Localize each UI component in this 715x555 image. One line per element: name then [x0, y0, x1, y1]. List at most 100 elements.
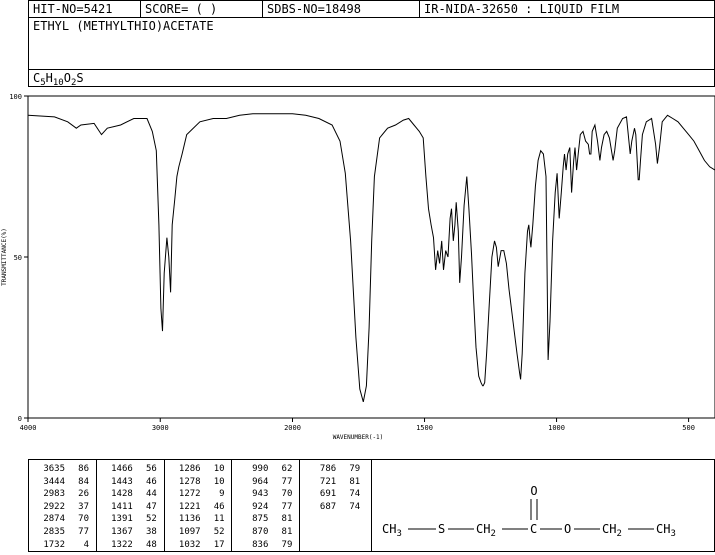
- peak-wavenumber: 1286: [178, 464, 201, 474]
- peak-wavenumber: 1221: [178, 501, 201, 512]
- peak-transmittance: 9: [219, 489, 225, 500]
- peak-wavenumber: 2922: [43, 501, 65, 512]
- peak-row: 1443 46: [97, 476, 164, 489]
- peak-row: 1286 10: [165, 463, 232, 476]
- peak-row: 943 70: [232, 488, 299, 501]
- peak-transmittance: 79: [281, 539, 293, 550]
- peak-row: 721 81: [300, 476, 371, 489]
- peak-row: 1272 9: [165, 488, 232, 501]
- peak-transmittance: 70: [281, 489, 293, 500]
- peak-transmittance: 46: [145, 476, 157, 487]
- peak-transmittance: 38: [145, 526, 157, 537]
- peak-transmittance: 44: [145, 489, 157, 500]
- peak-row: 1367 38: [97, 526, 164, 539]
- x-axis-ticks: 4000 3000 2000 1500 1000 500: [20, 418, 695, 432]
- peak-row: 691 74: [300, 488, 371, 501]
- peak-transmittance: 17: [213, 539, 225, 550]
- peak-row: 1032 17: [165, 539, 232, 552]
- peak-row: 924 77: [232, 501, 299, 514]
- peak-row: 1221 46: [165, 501, 232, 514]
- peak-row: 2835 77: [29, 526, 96, 539]
- peak-wavenumber: 2983: [43, 489, 65, 500]
- peak-row: 1322 48: [97, 539, 164, 552]
- peak-wavenumber: 1443: [111, 476, 133, 487]
- peak-row: 786 79: [300, 463, 371, 476]
- peak-wavenumber: 964: [252, 476, 269, 487]
- peak-row: 964 77: [232, 476, 299, 489]
- y-tick-label: 0: [18, 415, 22, 423]
- peak-row: 1732 4: [29, 539, 96, 552]
- peak-wavenumber: 2835: [43, 526, 65, 537]
- peak-wavenumber: 870: [252, 526, 269, 537]
- x-tick-label: 2000: [284, 424, 301, 432]
- peak-transmittance: 56: [145, 464, 157, 474]
- peak-transmittance: 77: [281, 476, 293, 487]
- peak-transmittance: 79: [349, 464, 361, 474]
- peak-row: 1466 56: [97, 463, 164, 476]
- peak-row: 990 62: [232, 463, 299, 476]
- peak-row: 3635 86: [29, 463, 96, 476]
- peak-transmittance: 74: [349, 501, 361, 512]
- peak-wavenumber: 1732: [43, 539, 65, 550]
- peak-row: 2983 26: [29, 488, 96, 501]
- peak-wavenumber: 1428: [111, 489, 133, 500]
- ester-oxygen: O: [564, 522, 571, 536]
- y-axis-label: TRANSMITTANCE(%): [1, 228, 8, 286]
- carbonyl-carbon: C: [530, 522, 537, 536]
- peak-wavenumber: 1466: [111, 464, 133, 474]
- peak-wavenumber: 1391: [111, 514, 133, 525]
- peak-row: 687 74: [300, 501, 371, 514]
- peak-wavenumber: 721: [319, 476, 337, 487]
- x-tick-label: 1500: [416, 424, 433, 432]
- peak-wavenumber: 691: [319, 489, 337, 500]
- y-tick-label: 50: [14, 254, 22, 262]
- peak-transmittance: 37: [78, 501, 89, 512]
- peak-wavenumber: 1136: [178, 514, 201, 525]
- peak-row: 1097 52: [165, 526, 232, 539]
- peak-transmittance: 10: [213, 476, 225, 487]
- peak-wavenumber: 1032: [178, 539, 201, 550]
- x-tick-label: 500: [682, 424, 695, 432]
- peak-column: 786 79 721 81 691 74 687 74: [300, 460, 371, 551]
- y-tick-label: 100: [9, 93, 22, 101]
- ir-spectrum-chart: 0 50 100 4000 3000 2000 1500 1000 500 TRANSMITT…: [1, 93, 715, 441]
- spectrum-line: [27, 113, 715, 403]
- peak-row: 2922 37: [29, 501, 96, 514]
- terminal-methyl-group: CH3: [656, 522, 676, 539]
- peak-wavenumber: 786: [319, 464, 337, 474]
- peak-wavenumber: 3444: [43, 476, 65, 487]
- peak-transmittance: 48: [145, 539, 157, 550]
- peak-wavenumber: 2874: [43, 514, 65, 525]
- peak-column: 990 62 964 77 943 70 924 77 875 81 870 81 836 79: [232, 460, 301, 551]
- x-axis-label: WAVENUMBER(-1): [333, 434, 384, 441]
- peak-wavenumber: 924: [252, 501, 269, 512]
- peak-transmittance: 77: [78, 526, 89, 537]
- peak-transmittance: 70: [78, 514, 89, 525]
- y-axis-ticks: 0 50 100: [9, 93, 28, 423]
- peak-transmittance: 26: [78, 489, 89, 500]
- peak-transmittance: 10: [213, 464, 225, 474]
- peak-transmittance: 81: [349, 476, 361, 487]
- x-tick-label: 4000: [20, 424, 37, 432]
- peak-wavenumber: 1367: [111, 526, 133, 537]
- peak-row: 1428 44: [97, 488, 164, 501]
- structure-box: O CH3 S CH2 C O CH2 CH3: [371, 459, 715, 552]
- peak-wavenumber: 1322: [111, 539, 133, 550]
- peak-row: 875 81: [232, 513, 299, 526]
- peak-row: 870 81: [232, 526, 299, 539]
- peak-column: 1286 10 1278 10 1272 9 1221 46 1136 11 1097 52 1032 1…: [165, 460, 233, 551]
- peak-table: 3635 86 3444 84 2983 26 2922 37 2874 70 2835 77 1732…: [28, 459, 371, 552]
- peak-row: 1136 11: [165, 513, 232, 526]
- peak-wavenumber: 1097: [178, 526, 201, 537]
- peak-row: 3444 84: [29, 476, 96, 489]
- methyl-group: CH3: [382, 522, 402, 539]
- peak-column: 3635 86 3444 84 2983 26 2922 37 2874 70 2835 77 1732…: [29, 460, 97, 551]
- methylene-group-1: CH2: [476, 522, 496, 539]
- peak-wavenumber: 1411: [111, 501, 133, 512]
- peak-transmittance: 77: [281, 501, 293, 512]
- peak-transmittance: 86: [78, 464, 89, 474]
- sulfur-atom: S: [438, 522, 445, 536]
- x-tick-label: 1000: [548, 424, 565, 432]
- peak-wavenumber: 1278: [178, 476, 201, 487]
- peak-wavenumber: 1272: [178, 489, 201, 500]
